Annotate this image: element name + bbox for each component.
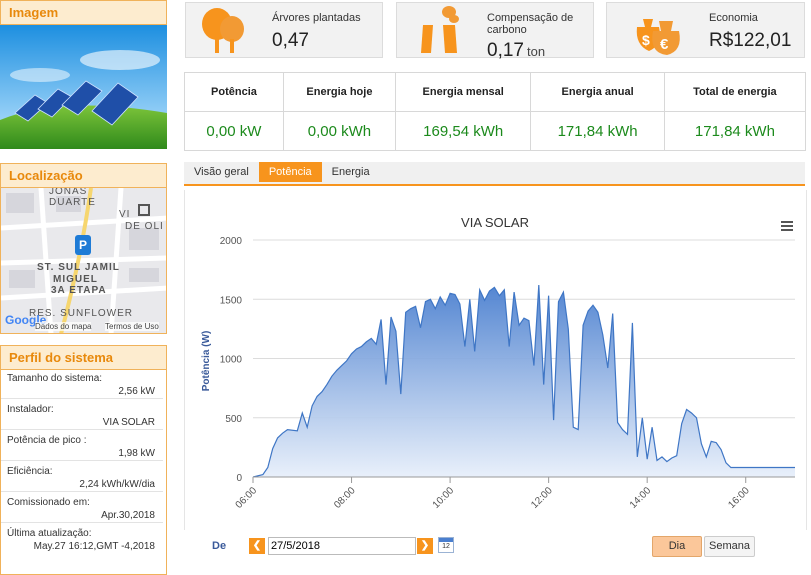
y-tick-label: 1000 xyxy=(220,355,243,366)
trees-value: 0,47 xyxy=(272,30,309,51)
y-tick-label: 1500 xyxy=(220,295,243,306)
map-pin-icon[interactable]: P xyxy=(75,235,91,255)
map-data-link[interactable]: Dados do mapa xyxy=(35,322,92,331)
table-cell: 0,00 kWh xyxy=(282,111,397,151)
map-label-vi: VI xyxy=(119,209,131,220)
map-label-3a-etapa: 3A ETAPA xyxy=(51,285,107,296)
map-label-duarte: DUARTE xyxy=(49,197,96,208)
savings-value: R$122,01 xyxy=(709,30,792,51)
tab-overview[interactable]: Visão geral xyxy=(184,162,259,182)
map-label-de-oli: DE OLI xyxy=(125,221,164,232)
profile-key: Comissionado em: xyxy=(7,497,90,508)
money-bags-icon: $ € xyxy=(636,19,680,55)
location-panel-header: Localização xyxy=(0,163,167,188)
tab-energy[interactable]: Energia xyxy=(322,162,380,182)
power-chart: 0 500 1000 1500 2000 06:00 08:00 10:00 12:00 14:0… xyxy=(201,215,795,511)
tab-bar: Visão geral Potência Energia xyxy=(184,162,805,186)
table-header: Energia anual xyxy=(530,72,665,112)
profile-panel: Tamanho do sistema: 2,56 kW Instalador: … xyxy=(0,370,167,575)
table-cell: 171,84 kWh xyxy=(663,111,807,151)
day-button[interactable]: Dia xyxy=(652,536,702,557)
map-label-st-sul-jamil: ST. SUL JAMIL xyxy=(37,262,120,273)
table-row: 0,00 kW 0,00 kWh 169,54 kWh 171,84 kWh 1… xyxy=(184,111,807,151)
chart-title: VIA SOLAR xyxy=(461,215,529,230)
x-tick-label: 12:00 xyxy=(529,485,555,511)
calendar-icon[interactable]: 12 xyxy=(438,537,454,553)
profile-key: Última atualização: xyxy=(7,528,92,539)
calendar-icon-day: 12 xyxy=(442,543,450,550)
carbon-value-group: 0,17 ton xyxy=(487,40,545,62)
svg-text:€: € xyxy=(660,36,669,53)
profile-panel-header: Perfil do sistema xyxy=(0,345,167,370)
table-cell: 171,84 kWh xyxy=(530,111,665,151)
profile-value: Apr.30,2018 xyxy=(101,510,155,521)
trees-planted-card: Árvores plantadas 0,47 xyxy=(185,2,383,58)
fullscreen-icon[interactable] xyxy=(138,204,150,216)
date-input[interactable] xyxy=(268,537,416,555)
chart-menu-icon[interactable] xyxy=(781,221,793,231)
energy-summary-table: Potência Energia hoje Energia mensal Ene… xyxy=(184,72,807,151)
table-cell: 0,00 kW xyxy=(184,111,284,151)
location-map[interactable]: JONAS DUARTE VI DE OLI P ST. SUL JAMIL M… xyxy=(0,188,167,334)
y-tick-label: 0 xyxy=(236,473,242,484)
map-terms-link[interactable]: Termos de Uso xyxy=(105,322,159,331)
profile-row-installer: Instalador: VIA SOLAR xyxy=(1,403,163,430)
carbon-offset-card: Compensação de carbono 0,17 ton xyxy=(396,2,594,61)
factory-icon xyxy=(421,6,459,53)
prev-day-button[interactable]: ❮ xyxy=(249,538,265,554)
profile-key: Tamanho do sistema: xyxy=(7,373,103,384)
solar-panel-image xyxy=(0,25,167,149)
profile-row-peak-power: Potência de pico : 1,98 kW xyxy=(1,434,163,461)
table-header-row: Potência Energia hoje Energia mensal Ene… xyxy=(184,72,807,112)
table-header: Potência xyxy=(184,72,284,112)
y-tick-label: 2000 xyxy=(220,236,243,247)
profile-value: VIA SOLAR xyxy=(102,417,155,428)
profile-value: 2,24 kWh/kW/dia xyxy=(79,479,155,490)
chart-container: 0 500 1000 1500 2000 06:00 08:00 10:00 12:00 14:0… xyxy=(184,190,807,530)
carbon-value: 0,17 xyxy=(487,40,524,61)
carbon-label-line2: carbono xyxy=(487,24,527,36)
profile-value: May.27 16:12,GMT -4,2018 xyxy=(33,541,155,552)
power-series-area xyxy=(253,285,795,477)
chart-y-axis-label: Potência (W) xyxy=(201,331,212,392)
profile-key: Potência de pico : xyxy=(7,435,87,446)
week-button[interactable]: Semana xyxy=(704,536,755,557)
from-label: De xyxy=(212,540,227,552)
next-day-button[interactable]: ❯ xyxy=(417,538,433,554)
profile-value: 1,98 kW xyxy=(118,448,155,459)
profile-row-efficiency: Eficiência: 2,24 kWh/kW/dia xyxy=(1,465,163,492)
tab-power[interactable]: Potência xyxy=(258,162,322,182)
x-tick-label: 08:00 xyxy=(332,485,358,511)
profile-key: Eficiência: xyxy=(7,466,53,477)
savings-label: Economia xyxy=(709,12,758,24)
y-tick-label: 500 xyxy=(225,414,242,425)
trees-icon xyxy=(202,8,244,53)
table-cell: 169,54 kWh xyxy=(394,111,532,151)
x-tick-label: 06:00 xyxy=(234,485,260,511)
profile-row-last-update: Última atualização: May.27 16:12,GMT -4,… xyxy=(1,527,163,553)
svg-text:$: $ xyxy=(642,32,650,48)
map-label-jonas: JONAS xyxy=(49,188,88,197)
profile-key: Instalador: xyxy=(7,404,54,415)
table-header: Total de energia xyxy=(663,72,807,112)
x-tick-label: 16:00 xyxy=(726,485,752,511)
profile-row-size: Tamanho do sistema: 2,56 kW xyxy=(1,372,163,399)
table-header: Energia mensal xyxy=(394,72,532,112)
x-tick-label: 14:00 xyxy=(628,485,654,511)
carbon-label-line1: Compensação de xyxy=(487,12,574,24)
image-panel-header: Imagem xyxy=(0,0,167,25)
x-tick-label: 10:00 xyxy=(431,485,457,511)
profile-value: 2,56 kW xyxy=(118,386,155,397)
map-label-miguel: MIGUEL xyxy=(53,274,98,285)
profile-row-commissioned: Comissionado em: Apr.30,2018 xyxy=(1,496,163,523)
carbon-unit: ton xyxy=(526,44,546,59)
trees-label: Árvores plantadas xyxy=(272,12,361,24)
table-header: Energia hoje xyxy=(282,72,397,112)
savings-card: $ € Economia R$122,01 xyxy=(606,2,805,58)
